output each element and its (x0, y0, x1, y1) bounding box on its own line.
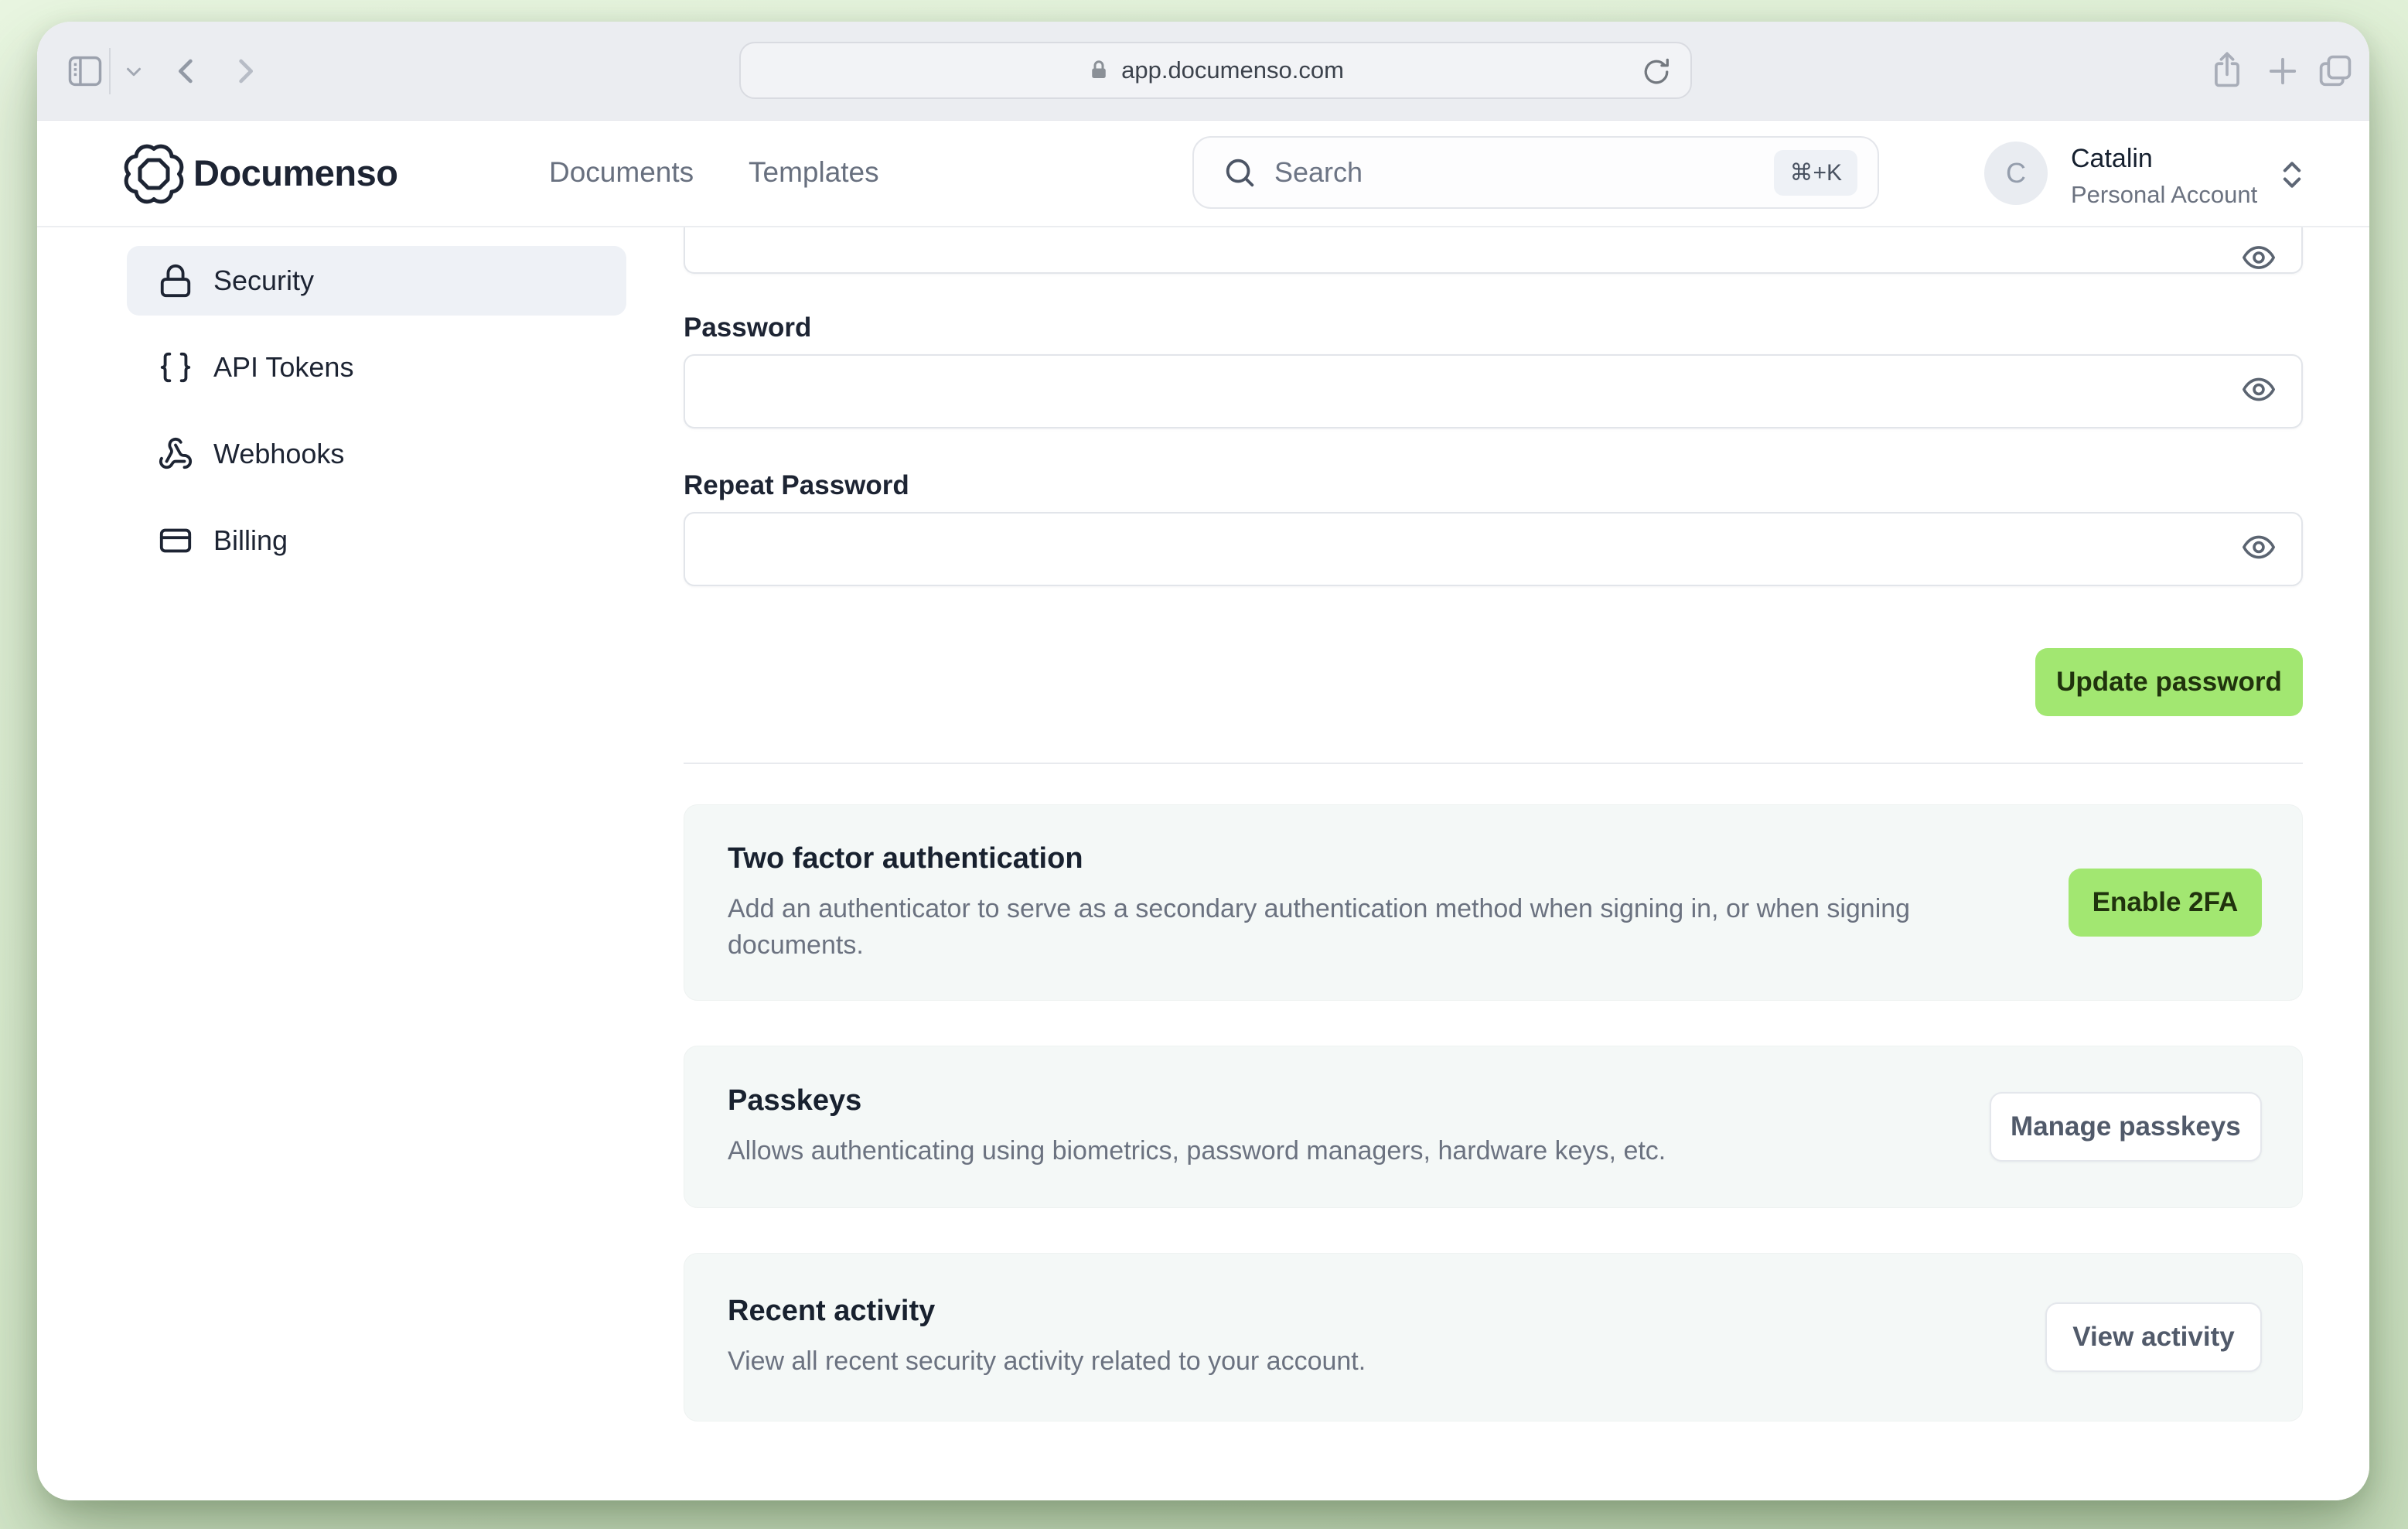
brand-name[interactable]: Documenso (193, 152, 398, 194)
avatar-initial: C (2006, 157, 2026, 189)
search-placeholder: Search (1274, 156, 1363, 188)
password-input[interactable] (685, 356, 2301, 427)
share-icon[interactable] (2207, 51, 2247, 91)
two-factor-text: Two factor authentication Add an authent… (728, 842, 1996, 964)
repeat-password-input[interactable] (685, 514, 2301, 585)
search-shortcut-badge: ⌘+K (1774, 149, 1857, 196)
browser-window: app.documenso.com Documenso Documents Te… (37, 22, 2369, 1500)
section-divider (684, 763, 2303, 764)
sidebar-item-webhooks[interactable]: Webhooks (127, 419, 626, 489)
account-name[interactable]: Catalin (2071, 144, 2153, 174)
eye-icon[interactable] (2241, 372, 2277, 411)
recent-activity-text: Recent activity View all recent security… (728, 1295, 1996, 1380)
enable-2fa-button[interactable]: Enable 2FA (2069, 869, 2262, 937)
tab-overview-icon[interactable] (2315, 51, 2355, 91)
back-button-icon[interactable] (167, 51, 207, 91)
sidebar-item-label: API Tokens (213, 351, 354, 383)
passkeys-text: Passkeys Allows authenticating using bio… (728, 1084, 1990, 1169)
recent-activity-description: View all recent security activity relate… (728, 1346, 1366, 1376)
sidebar-item-label: Security (213, 265, 315, 296)
account-switcher-chevrons-icon[interactable] (2275, 158, 2309, 196)
forward-button-icon[interactable] (224, 51, 264, 91)
address-bar[interactable]: app.documenso.com (739, 42, 1692, 99)
search-input[interactable]: Search ⌘+K (1192, 136, 1879, 209)
sidebar-menu-chevron-icon[interactable] (122, 60, 145, 84)
app-header: Documenso Documents Templates Search ⌘+K… (37, 121, 2369, 227)
two-factor-description: Add an authenticator to serve as a secon… (728, 893, 1911, 960)
nav-templates[interactable]: Templates (749, 156, 879, 189)
passkeys-section: Passkeys Allows authenticating using bio… (684, 1046, 2303, 1208)
reload-icon[interactable] (1639, 55, 1673, 89)
passkeys-description: Allows authenticating using biometrics, … (728, 1136, 1666, 1166)
webhook-icon (159, 437, 193, 469)
eye-icon[interactable] (2241, 240, 2277, 279)
manage-passkeys-button[interactable]: Manage passkeys (1989, 1092, 2262, 1162)
toolbar-divider (109, 48, 111, 94)
password-field[interactable] (684, 354, 2303, 428)
credit-card-icon (159, 528, 192, 553)
two-factor-section: Two factor authentication Add an authent… (684, 804, 2303, 1001)
view-activity-button[interactable]: View activity (2045, 1302, 2262, 1372)
update-password-button[interactable]: Update password (2035, 648, 2303, 716)
search-icon (1226, 159, 1254, 187)
recent-activity-title: Recent activity (728, 1295, 936, 1327)
browser-toolbar: app.documenso.com (37, 22, 2369, 121)
app-page: Documenso Documents Templates Search ⌘+K… (37, 121, 2369, 1500)
sidebar-item-label: Billing (213, 524, 288, 556)
url-text: app.documenso.com (1121, 56, 1344, 84)
account-type: Personal Account (2071, 181, 2258, 208)
repeat-password-label: Repeat Password (684, 470, 909, 500)
new-tab-icon[interactable] (2263, 51, 2303, 91)
nav-documents[interactable]: Documents (549, 156, 694, 189)
braces-icon (160, 352, 191, 383)
lock-icon (160, 264, 191, 298)
password-label: Password (684, 312, 812, 343)
eye-icon[interactable] (2241, 530, 2277, 569)
repeat-password-field[interactable] (684, 512, 2303, 586)
current-password-field[interactable] (684, 227, 2303, 274)
settings-sidebar: Security API Tokens Webhooks Billing (127, 246, 626, 592)
sidebar-item-security[interactable]: Security (127, 246, 626, 316)
two-factor-title: Two factor authentication (728, 841, 1083, 875)
documenso-logo-icon[interactable] (124, 144, 184, 208)
tls-lock-icon (1092, 60, 1106, 78)
sidebar-item-billing[interactable]: Billing (127, 506, 626, 575)
passkeys-title: Passkeys (728, 1084, 862, 1117)
sidebar-item-api-tokens[interactable]: API Tokens (127, 333, 626, 402)
sidebar-item-label: Webhooks (213, 438, 345, 469)
avatar[interactable]: C (1984, 142, 2048, 205)
recent-activity-section: Recent activity View all recent security… (684, 1253, 2303, 1421)
sidebar-toggle-icon[interactable] (65, 51, 105, 91)
